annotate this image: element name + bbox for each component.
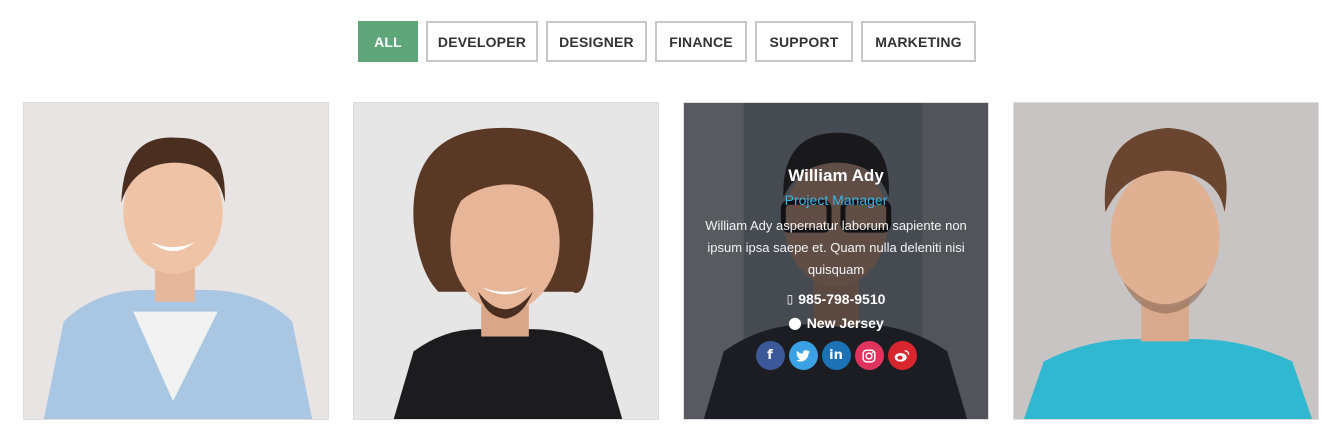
filter-finance-button[interactable]: FINANCE [655, 21, 747, 62]
filter-marketing-button[interactable]: MARKETING [861, 21, 976, 62]
team-member-phone: ▯ 985-798-9510 [787, 290, 886, 309]
filter-developer-button[interactable]: DEVELOPER [426, 21, 538, 62]
mobile-phone-icon: ▯ [786, 292, 794, 306]
phone-number: 985-798-9510 [798, 291, 886, 307]
social-links: f in [755, 341, 917, 370]
category-filter-bar: ALL DEVELOPER DESIGNER FINANCE SUPPORT M… [0, 21, 1338, 62]
team-member-card[interactable] [353, 102, 659, 420]
team-member-location: ⬤ New Jersey [788, 314, 884, 333]
team-member-card[interactable] [23, 102, 329, 420]
team-member-name: William Ady [788, 166, 884, 185]
filter-designer-button[interactable]: DESIGNER [546, 21, 647, 62]
team-member-role: Project Manager [784, 192, 888, 208]
team-member-card-featured[interactable]: William Ady Project Manager William Ady … [683, 102, 989, 420]
team-member-details-overlay: William Ady Project Manager William Ady … [684, 103, 988, 419]
instagram-icon[interactable] [854, 341, 884, 370]
twitter-icon[interactable] [788, 341, 818, 370]
weibo-icon[interactable] [887, 341, 917, 370]
linkedin-icon[interactable]: in [821, 341, 851, 370]
instagram-camera-glyph [862, 348, 876, 363]
filter-support-button[interactable]: SUPPORT [755, 21, 853, 62]
team-member-card[interactable] [1013, 102, 1319, 420]
filter-all-button[interactable]: ALL [358, 21, 418, 62]
team-member-photo [1014, 103, 1318, 419]
team-member-bio: William Ady aspernatur laborum sapiente … [705, 218, 967, 277]
weibo-glyph [894, 349, 910, 362]
twitter-bird-glyph [796, 349, 810, 362]
map-marker-icon: ⬤ [788, 316, 802, 330]
team-member-photo [354, 103, 658, 419]
facebook-icon[interactable]: f [755, 341, 785, 370]
team-member-photo [24, 103, 328, 419]
location-text: New Jersey [806, 315, 884, 331]
